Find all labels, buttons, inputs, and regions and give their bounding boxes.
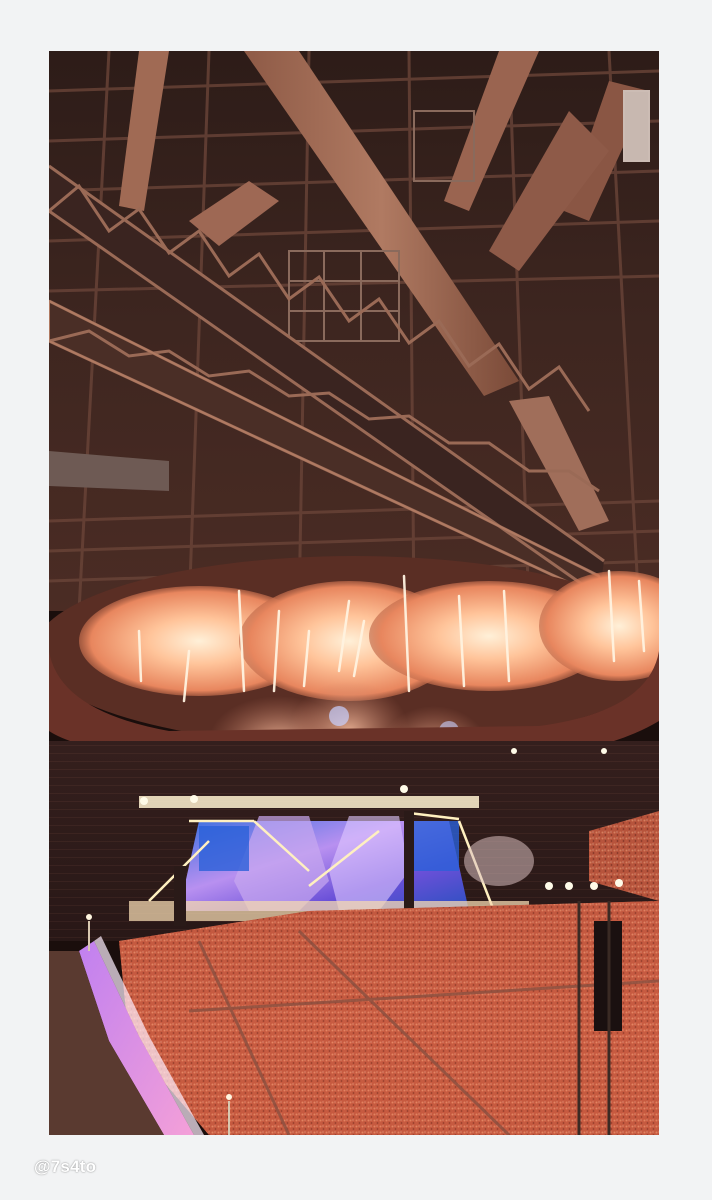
concert-scene bbox=[49, 51, 659, 1135]
concert-photo bbox=[49, 51, 659, 1135]
page-frame: @7s4to bbox=[0, 0, 712, 1200]
watermark: @7s4to bbox=[34, 1157, 97, 1176]
stage-smoke bbox=[464, 836, 534, 886]
